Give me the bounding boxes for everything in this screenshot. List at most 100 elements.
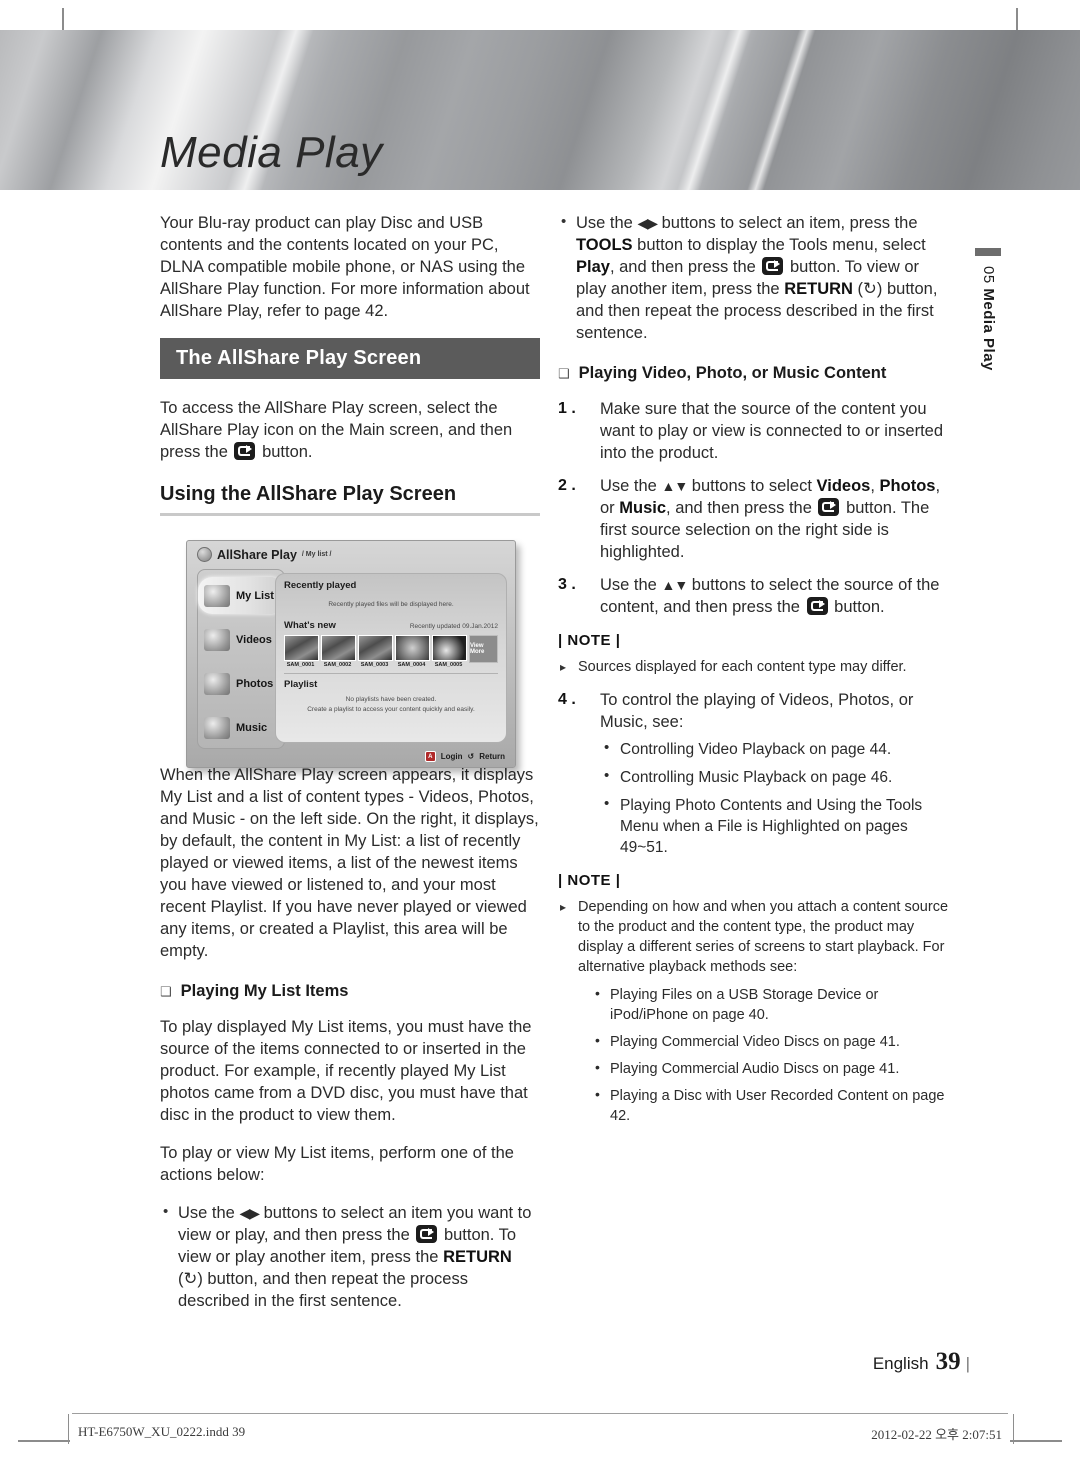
- footer-pipe: |: [965, 1354, 970, 1373]
- step3-c: button.: [834, 598, 885, 616]
- footer-timestamp: 2012-02-22 오후 2:07:51: [871, 1427, 1002, 1442]
- whats-new-updated: Recently updated 09.Jan.2012: [409, 623, 498, 630]
- top-bullet-c: button to display the Tools menu, select: [637, 236, 926, 254]
- thumbnail-item[interactable]: SAM_0001: [284, 635, 319, 668]
- enter-button-icon: [806, 597, 828, 615]
- steps-list: 1 . Make sure that the source of the con…: [558, 398, 950, 618]
- access-paragraph: To access the AllShare Play screen, sele…: [160, 397, 540, 463]
- thumbnail-image: [432, 635, 467, 661]
- steps-list-continued: 4 . To control the playing of Videos, Ph…: [558, 689, 950, 858]
- thumbnail-item[interactable]: SAM_0002: [321, 635, 356, 668]
- note-label-2: | NOTE |: [558, 872, 621, 889]
- list-item: Controlling Video Playback on page 44.: [600, 737, 950, 760]
- return-arrow-icon: ↻: [863, 280, 877, 298]
- step-number: 1 .: [558, 400, 576, 417]
- nav-label: My List: [236, 589, 274, 602]
- step4-bullet-list: Controlling Video Playback on page 44. C…: [600, 737, 950, 858]
- a-key-icon: A: [424, 751, 436, 762]
- photos-label: Photos: [879, 477, 936, 495]
- play-menu-label: Play: [576, 258, 610, 276]
- left-right-arrows-icon: ◀▶: [239, 1205, 260, 1221]
- mylist-paragraph-1: To play displayed My List items, you mus…: [160, 1018, 532, 1124]
- nav-label: Photos: [236, 677, 274, 690]
- top-bullet-d: , and then press the: [609, 258, 756, 276]
- step-text: To control the playing of Videos, Photos…: [600, 691, 914, 731]
- screenshot-header: AllShare Play / My list /: [197, 547, 331, 562]
- page-footer-number: English 39 |: [873, 1348, 970, 1376]
- enter-button-icon: [762, 257, 784, 275]
- thumbnail-row: SAM_0001 SAM_0002 SAM_0003 SAM_0004 SAM_…: [284, 635, 498, 668]
- thumbnail-image: [321, 635, 356, 661]
- subsection-rule: [160, 513, 540, 516]
- side-tab-bar: [975, 248, 1001, 256]
- thumbnail-caption: SAM_0001: [286, 662, 315, 668]
- step2-a: Use the: [600, 477, 657, 495]
- nav-item-photos[interactable]: Photos: [198, 665, 284, 702]
- tools-key-label: TOOLS: [576, 236, 633, 254]
- mylist-action-list: Use the ◀▶ buttons to select an item you…: [160, 1201, 540, 1312]
- nav-item-my-list[interactable]: My List: [198, 577, 284, 614]
- screenshot-bottom-bar: A Login ↺ Return: [424, 751, 505, 762]
- playlist-empty-2: Create a playlist to access your content…: [307, 706, 475, 713]
- step-3: 3 . Use the ▲▼ buttons to select the sou…: [558, 574, 950, 618]
- up-down-arrows-icon: ▲▼: [661, 577, 688, 593]
- right-column: Use the ◀▶ buttons to select an item, pr…: [558, 211, 950, 1134]
- intro-paragraph: Your Blu-ray product can play Disc and U…: [160, 214, 530, 320]
- nav-item-videos[interactable]: Videos: [198, 621, 284, 658]
- step-4: 4 . To control the playing of Videos, Ph…: [558, 689, 950, 858]
- allshare-play-screenshot: AllShare Play / My list / My List Videos…: [186, 540, 516, 768]
- box-heading-label: Playing Video, Photo, or Music Content: [578, 364, 887, 382]
- panel-divider: [284, 673, 498, 674]
- view-more-button[interactable]: View More: [469, 635, 498, 663]
- screenshot-breadcrumb: / My list /: [301, 551, 332, 558]
- square-bullet-icon: ❑: [558, 366, 570, 381]
- list-item: Depending on how and when you attach a c…: [558, 897, 950, 1126]
- enter-button-icon: [818, 498, 840, 516]
- step-2: 2 . Use the ▲▼ buttons to select Videos,…: [558, 477, 941, 561]
- thumbnail-caption: SAM_0002: [323, 662, 352, 668]
- return-key-label: RETURN: [784, 280, 853, 298]
- playlist-empty-1: No playlists have been created.: [345, 696, 437, 703]
- login-label[interactable]: Login: [441, 752, 463, 761]
- nav-label: Videos: [236, 633, 272, 646]
- side-tab-number: 05: [980, 266, 997, 284]
- bullet-text-d: button, and then repeat the process desc…: [178, 1270, 468, 1310]
- access-text-1: To access the AllShare Play screen, sele…: [160, 399, 513, 439]
- footer-rule: [72, 1413, 1008, 1414]
- step-number: 3 .: [558, 576, 576, 593]
- recently-played-empty: Recently played files will be displayed …: [328, 601, 454, 608]
- subsection-heading-using-allshare: Using the AllShare Play Screen: [160, 483, 457, 505]
- step-number: 4 .: [558, 691, 576, 708]
- note-label-1: | NOTE |: [558, 632, 621, 649]
- thumbnail-item[interactable]: SAM_0003: [358, 635, 393, 668]
- step2-d: , and then press the: [666, 499, 812, 517]
- footer-filename: HT-E6750W_XU_0222.indd 39: [78, 1424, 246, 1439]
- screenshot-app-name: AllShare Play: [217, 547, 297, 562]
- return-arrow-icon: ↺: [467, 752, 475, 761]
- list-item: Playing Files on a USB Storage Device or…: [592, 983, 950, 1025]
- top-bullet-b: buttons to select an item, press the: [661, 214, 918, 232]
- box-heading-label: Playing My List Items: [180, 982, 349, 1000]
- note2-text: Depending on how and when you attach a c…: [578, 899, 949, 975]
- thumbnail-item[interactable]: SAM_0005: [432, 635, 467, 668]
- side-tab-name: Media Play: [980, 288, 997, 371]
- my-list-icon: [204, 584, 230, 607]
- footer-language: English: [872, 1354, 929, 1373]
- nav-item-music[interactable]: Music: [198, 709, 284, 746]
- list-item: Playing Commercial Video Discs on page 4…: [592, 1030, 950, 1052]
- playlist-title: Playlist: [284, 679, 318, 690]
- return-label[interactable]: Return: [479, 752, 505, 761]
- list-item: Playing Photo Contents and Using the Too…: [600, 793, 950, 858]
- box-heading-playing-my-list: ❑ Playing My List Items: [160, 982, 540, 1002]
- enter-button-icon: [234, 442, 256, 460]
- videos-label: Videos: [816, 477, 871, 495]
- crop-mark-bottom-left: [18, 1440, 70, 1442]
- videos-icon: [204, 628, 230, 651]
- music-icon: [204, 716, 230, 739]
- list-item: Playing Commercial Audio Discs on page 4…: [592, 1057, 950, 1079]
- step3-a: Use the: [600, 576, 657, 594]
- whats-new-title: What's new: [284, 620, 336, 631]
- return-arrow-icon: ↻: [183, 1270, 198, 1288]
- step2-b: buttons to select: [691, 477, 812, 495]
- thumbnail-item[interactable]: SAM_0004: [395, 635, 430, 668]
